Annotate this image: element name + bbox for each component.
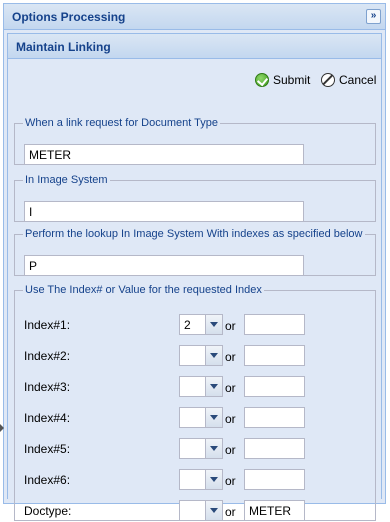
index-row-4: Index#4: or [15, 407, 375, 429]
image-system-field[interactable]: I [24, 201, 304, 222]
document-type-legend: When a link request for Document Type [25, 117, 219, 129]
index-select[interactable] [179, 376, 223, 397]
index-row-5: Index#5: or [15, 438, 375, 460]
index-value-field[interactable] [244, 469, 305, 490]
index-row-3: Index#3: or [15, 376, 375, 398]
lookup-group: Perform the lookup In Image System With … [14, 228, 376, 276]
index-select-value: 2 [184, 318, 191, 332]
index-select[interactable] [179, 345, 223, 366]
image-system-legend: In Image System [25, 174, 108, 186]
index-legend: Use The Index# or Value for the requeste… [25, 284, 262, 296]
chevron-down-icon[interactable] [205, 377, 222, 396]
form-title: Maintain Linking [16, 40, 111, 54]
chevron-down-icon[interactable] [205, 408, 222, 427]
index-select[interactable]: 2 [179, 314, 223, 335]
check-circle-icon [255, 73, 269, 87]
index-row-label: Index#1: [24, 318, 71, 332]
or-label: or [225, 505, 236, 519]
index-value-field[interactable] [244, 407, 305, 428]
document-type-field[interactable]: METER [24, 144, 304, 165]
index-select[interactable] [179, 438, 223, 459]
collapse-icon[interactable]: » [366, 9, 381, 24]
index-value-field[interactable] [244, 314, 305, 335]
index-row-1: Index#1: 2 or [15, 314, 375, 336]
index-row-label: Index#6: [24, 473, 71, 487]
index-value-field[interactable] [244, 438, 305, 459]
document-type-group: When a link request for Document Type ME… [14, 117, 376, 165]
index-value-field[interactable]: METER [244, 500, 305, 521]
index-select[interactable] [179, 500, 223, 521]
form-header: Maintain Linking [8, 34, 381, 59]
panel-header: Options Processing » [4, 4, 385, 30]
submit-label: Submit [273, 73, 311, 87]
chevron-down-icon[interactable] [205, 346, 222, 365]
maintain-linking-form: Maintain Linking Submit Cancel When a li… [7, 33, 382, 521]
index-value-field[interactable] [244, 345, 305, 366]
index-row-label: Index#2: [24, 349, 71, 363]
form-body: Submit Cancel When a link request for Do… [8, 60, 381, 521]
submit-button[interactable]: Submit [255, 70, 310, 90]
index-select[interactable] [179, 407, 223, 428]
lookup-field[interactable]: P [24, 255, 304, 276]
index-row-2: Index#2: or [15, 345, 375, 367]
chevron-down-icon[interactable] [205, 439, 222, 458]
lookup-legend: Perform the lookup In Image System With … [25, 228, 363, 240]
chevron-down-icon[interactable] [205, 470, 222, 489]
index-select[interactable] [179, 469, 223, 490]
index-row-label: Index#3: [24, 380, 71, 394]
or-label: or [225, 412, 236, 426]
cancel-label: Cancel [339, 73, 377, 87]
or-label: or [225, 381, 236, 395]
index-row-6: Index#6: or [15, 469, 375, 491]
or-label: or [225, 319, 236, 333]
chevron-down-icon[interactable] [205, 501, 222, 520]
splitter-arrow-icon[interactable] [0, 424, 4, 432]
chevron-down-icon[interactable] [205, 315, 222, 334]
index-row-label: Index#5: [24, 442, 71, 456]
index-value-field[interactable] [244, 376, 305, 397]
or-label: or [225, 350, 236, 364]
or-label: or [225, 474, 236, 488]
panel-title: Options Processing [12, 10, 126, 24]
or-label: or [225, 443, 236, 457]
options-processing-panel: Options Processing » Maintain Linking Su… [3, 3, 386, 521]
index-row-label: Index#4: [24, 411, 71, 425]
index-group: Use The Index# or Value for the requeste… [14, 284, 376, 521]
cancel-button[interactable]: Cancel [321, 70, 376, 90]
index-row-label: Doctype: [24, 504, 72, 518]
cancel-circle-icon [321, 73, 335, 87]
image-system-group: In Image System I [14, 174, 376, 222]
doctype-row: Doctype: or METER [15, 500, 375, 522]
